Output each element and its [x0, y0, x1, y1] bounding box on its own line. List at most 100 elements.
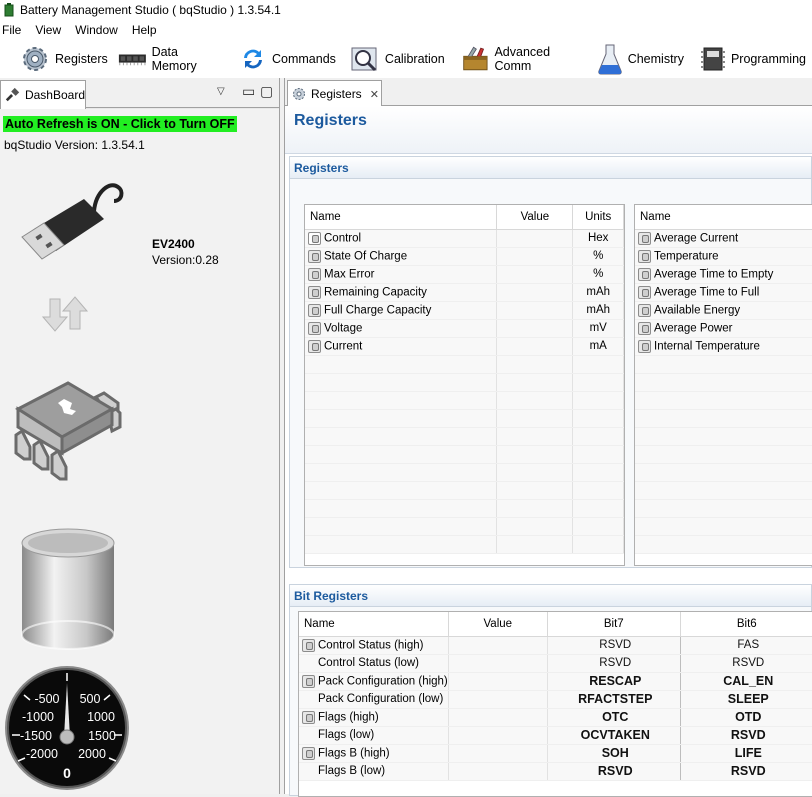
lock-icon[interactable]	[638, 321, 651, 335]
minimize-icon[interactable]: ▭	[242, 83, 255, 100]
commands-button[interactable]: Commands	[235, 42, 342, 76]
register-value	[496, 247, 574, 266]
menu-file[interactable]: File	[0, 23, 27, 37]
menu-window[interactable]: Window	[73, 23, 124, 37]
lock-icon[interactable]	[308, 321, 321, 335]
bit-register-row[interactable]: Flags B (high) SOH LIFE	[299, 744, 812, 763]
gauge-tick-neg-500: -500	[34, 692, 59, 706]
lock-icon[interactable]	[308, 249, 321, 263]
col-value[interactable]: Value	[496, 205, 574, 230]
flask-icon	[597, 44, 622, 75]
battery-cylinder-icon	[21, 528, 115, 650]
close-tab-icon[interactable]: ✕	[370, 88, 379, 101]
usb-adapter-icon	[21, 183, 124, 260]
bit-col-value[interactable]: Value	[448, 612, 548, 637]
bit6-cell[interactable]: RSVD	[680, 726, 812, 745]
view-menu-icon[interactable]: ▽	[217, 86, 225, 97]
register-name: Control	[324, 232, 362, 245]
register-row[interactable]: Remaining Capacity mAh	[305, 283, 624, 302]
bit-register-row[interactable]: Pack Configuration (high) RESCAP CAL_EN	[299, 672, 812, 691]
register-row[interactable]: State Of Charge%	[305, 247, 624, 266]
bit-register-row[interactable]: Flags (high) OTC OTD	[299, 708, 812, 727]
register-row[interactable]: Max Error%	[305, 265, 624, 284]
gauge-chip-icon	[14, 381, 122, 481]
empty-row	[305, 427, 624, 446]
empty-row	[635, 409, 812, 428]
lock-icon[interactable]	[308, 285, 321, 299]
lock-icon[interactable]	[638, 339, 651, 353]
register-row[interactable]: Average Power	[635, 319, 812, 338]
bit6-cell[interactable]: LIFE	[680, 744, 812, 763]
tab-dashboard[interactable]: DashBoard	[0, 80, 86, 109]
lock-icon[interactable]	[302, 638, 315, 652]
registers-button[interactable]: Registers	[16, 42, 114, 76]
bit7-cell[interactable]: RSVD	[547, 762, 681, 781]
empty-row	[635, 463, 812, 482]
lock-icon[interactable]	[302, 710, 315, 724]
register-row[interactable]: Average Time to Empty	[635, 265, 812, 284]
bit7-cell[interactable]: RSVD	[547, 654, 681, 673]
bit7-cell[interactable]: RSVD	[547, 636, 681, 655]
register-row[interactable]: Voltage mV	[305, 319, 624, 338]
bit7-cell[interactable]: RFACTSTEP	[547, 690, 681, 709]
bit-register-row[interactable]: Control Status (high) RSVD FAS	[299, 636, 812, 655]
gear-icon	[293, 88, 305, 100]
bit-register-row[interactable]: Flags (low) OCVTAKEN RSVD	[299, 726, 812, 745]
bit7-cell[interactable]: RESCAP	[547, 672, 681, 691]
maximize-icon[interactable]: ▢	[260, 83, 273, 100]
data-memory-button[interactable]: Data Memory	[114, 42, 225, 76]
bit6-cell[interactable]: OTD	[680, 708, 812, 727]
lock-icon[interactable]	[308, 267, 321, 281]
advanced-comm-button[interactable]: Advanced Comm	[457, 42, 587, 76]
bit-col-bit7[interactable]: Bit7	[547, 612, 681, 637]
menu-help[interactable]: Help	[130, 23, 163, 37]
bit7-cell[interactable]: OTC	[547, 708, 681, 727]
bit6-cell[interactable]: RSVD	[680, 654, 812, 673]
bit-register-row[interactable]: Control Status (low) RSVD RSVD	[299, 654, 812, 673]
tab-registers[interactable]: Registers ✕	[287, 80, 382, 107]
lock-icon[interactable]	[302, 674, 315, 688]
menu-view[interactable]: View	[33, 23, 67, 37]
bit-col-name[interactable]: Name	[299, 612, 449, 637]
bit-register-name: Pack Configuration (low)	[318, 693, 444, 705]
lock-icon[interactable]	[308, 303, 321, 317]
register-row[interactable]: Control Hex	[305, 229, 624, 248]
col-name[interactable]: Name	[305, 205, 498, 230]
bit6-cell[interactable]: CAL_EN	[680, 672, 812, 691]
register-name: Average Time to Empty	[654, 268, 774, 281]
chemistry-button[interactable]: Chemistry	[593, 42, 690, 76]
lock-icon[interactable]	[638, 231, 651, 245]
bit-register-name-cell: Pack Configuration (high)	[299, 672, 449, 691]
bit6-cell[interactable]: RSVD	[680, 762, 812, 781]
col-units[interactable]: Units	[572, 205, 624, 230]
register-row[interactable]: Available Energy	[635, 301, 812, 320]
programming-button[interactable]: Programming	[696, 42, 812, 76]
lock-icon[interactable]	[638, 303, 651, 317]
auto-refresh-toggle[interactable]: Auto Refresh is ON - Click to Turn OFF	[3, 116, 237, 132]
register-row[interactable]: Internal Temperature	[635, 337, 812, 356]
register-row[interactable]: Full Charge Capacity mAh	[305, 301, 624, 320]
col-name-right[interactable]: Name	[635, 205, 812, 230]
lock-icon[interactable]	[302, 746, 315, 760]
register-value	[496, 283, 574, 302]
bit6-cell[interactable]: FAS	[680, 636, 812, 655]
calibration-button[interactable]: Calibration	[346, 42, 451, 76]
registers-right-table: Name Average Current Temperature Average T…	[634, 204, 812, 566]
lock-icon[interactable]	[308, 339, 321, 353]
bit-register-row[interactable]: Pack Configuration (low) RFACTSTEP SLEEP	[299, 690, 812, 709]
register-row[interactable]: Temperature	[635, 247, 812, 266]
lock-icon[interactable]	[638, 249, 651, 263]
edit-icon[interactable]	[308, 231, 321, 245]
bit-col-bit6[interactable]: Bit6	[680, 612, 812, 637]
lock-icon[interactable]	[638, 267, 651, 281]
register-row[interactable]: Current mA	[305, 337, 624, 356]
bit-register-name: Flags (low)	[318, 729, 375, 741]
register-row[interactable]: Average Time to Full	[635, 283, 812, 302]
refresh-arrows-icon	[244, 49, 262, 69]
lock-icon[interactable]	[638, 285, 651, 299]
register-row[interactable]: Average Current	[635, 229, 812, 248]
bit6-cell[interactable]: SLEEP	[680, 690, 812, 709]
bit-register-row[interactable]: Flags B (low) RSVD RSVD	[299, 762, 812, 781]
bit7-cell[interactable]: SOH	[547, 744, 681, 763]
bit7-cell[interactable]: OCVTAKEN	[547, 726, 681, 745]
